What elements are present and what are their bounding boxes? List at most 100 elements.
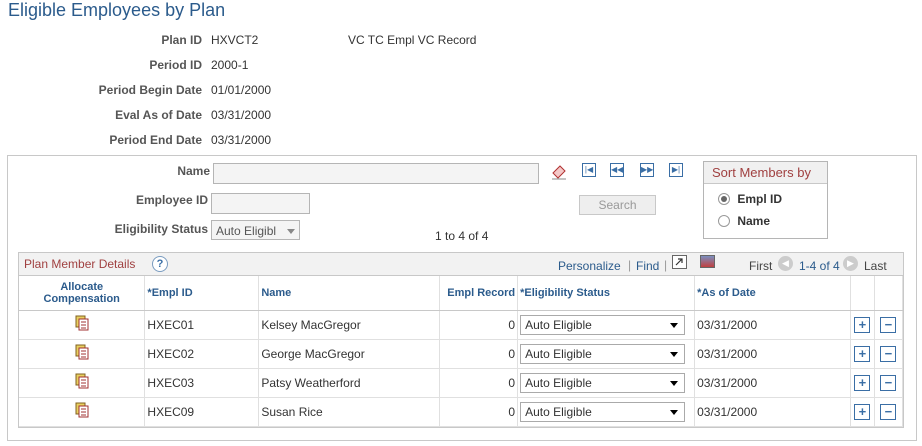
name-input[interactable] — [213, 163, 539, 184]
grid-range: 1-4 of 4 — [799, 259, 840, 273]
allocate-compensation-icon[interactable] — [74, 402, 90, 418]
chevron-down-icon — [670, 409, 679, 415]
name-cell: Susan Rice — [258, 397, 441, 427]
next-page-icon[interactable]: ▶ — [843, 256, 858, 271]
empl-id-cell: HXEC09 — [144, 397, 260, 427]
help-icon[interactable]: ? — [152, 256, 168, 272]
radio-selected-icon[interactable] — [718, 192, 730, 205]
status-value: Auto Eligible — [525, 346, 592, 361]
eligibility-status-dropdown[interactable]: Auto Eligible — [520, 372, 686, 393]
chevron-down-icon — [287, 229, 295, 234]
column-add — [850, 276, 875, 311]
table-row: HXEC01 Kelsey MacGregor 0 Auto Eligible … — [19, 310, 904, 340]
date-cell[interactable]: 03/31/2000 — [694, 339, 851, 369]
delete-cell: − — [874, 339, 904, 369]
next-record-icon[interactable]: ▶▶ — [640, 163, 654, 177]
grid-title: Plan Member Details — [24, 257, 136, 271]
delete-cell: − — [874, 397, 904, 427]
allocate-cell[interactable] — [19, 368, 146, 398]
delete-row-icon[interactable]: − — [880, 316, 897, 333]
eval-date-value: 03/31/2000 — [211, 108, 272, 122]
add-row-icon[interactable]: + — [854, 316, 871, 333]
column-empl-record[interactable]: Empl Record — [439, 276, 519, 311]
radio-unselected-icon[interactable] — [718, 214, 730, 227]
last-record-icon[interactable]: ▶| — [669, 163, 683, 177]
find-link[interactable]: Find — [636, 259, 659, 273]
employee-id-input[interactable] — [211, 193, 310, 214]
column-as-of-date[interactable]: *As of Date — [694, 276, 851, 311]
sort-option-name[interactable]: Name — [718, 213, 813, 235]
delete-row-icon[interactable]: − — [880, 345, 897, 362]
eligibility-status-dropdown[interactable]: Auto Eligible — [520, 314, 686, 335]
delete-row-icon[interactable]: − — [880, 374, 897, 391]
table-row: HXEC02 George MacGregor 0 Auto Eligible … — [19, 339, 904, 369]
last-label: Last — [864, 259, 887, 273]
allocate-compensation-icon[interactable] — [74, 344, 90, 360]
eligibility-status-value: Auto Eligibl — [216, 224, 277, 238]
clear-icon[interactable] — [550, 162, 568, 180]
period-end-value: 03/31/2000 — [211, 133, 272, 147]
name-label: Name — [177, 164, 210, 178]
date-cell[interactable]: 03/31/2000 — [694, 397, 851, 427]
period-end-label: Period End Date — [109, 133, 202, 147]
date-cell[interactable]: 03/31/2000 — [694, 310, 851, 340]
delete-cell: − — [874, 310, 904, 340]
add-row-icon[interactable]: + — [854, 374, 871, 391]
empl-record-cell: 0 — [439, 397, 519, 427]
download-icon[interactable] — [700, 255, 715, 268]
plan-id-value: HXVCT2 — [211, 33, 259, 47]
personalize-link[interactable]: Personalize — [558, 259, 621, 273]
eligibility-status-select[interactable]: Auto Eligibl — [211, 220, 300, 240]
status-cell: Auto Eligible — [517, 397, 696, 427]
add-cell: + — [850, 397, 875, 427]
sort-option-label: Name — [737, 213, 771, 228]
divider: | — [664, 258, 668, 272]
date-cell[interactable]: 03/31/2000 — [694, 368, 851, 398]
eval-date-label: Eval As of Date — [115, 108, 202, 122]
first-record-icon[interactable]: |◀ — [582, 163, 596, 177]
allocate-cell[interactable] — [19, 310, 146, 340]
add-cell: + — [850, 310, 875, 340]
empl-record-cell: 0 — [439, 310, 519, 340]
plan-id-label: Plan ID — [161, 33, 202, 47]
allocate-cell[interactable] — [19, 339, 146, 369]
column-delete — [874, 276, 904, 311]
previous-record-icon[interactable]: ◀◀ — [610, 163, 624, 177]
delete-row-icon[interactable]: − — [880, 403, 897, 420]
chevron-down-icon — [670, 322, 679, 328]
allocate-compensation-icon[interactable] — [74, 373, 90, 389]
add-row-icon[interactable]: + — [854, 345, 871, 362]
allocate-cell[interactable] — [19, 397, 146, 427]
eligibility-status-label: Eligibility Status — [114, 222, 208, 236]
sort-option-label: Empl ID — [737, 191, 783, 206]
period-id-value: 2000-1 — [211, 58, 249, 72]
column-name[interactable]: Name — [258, 276, 441, 311]
search-button[interactable]: Search — [579, 195, 656, 215]
sort-members-box: Sort Members by Empl ID Name — [703, 161, 828, 239]
delete-cell: − — [874, 368, 904, 398]
status-cell: Auto Eligible — [517, 339, 696, 369]
table-row: HXEC09 Susan Rice 0 Auto Eligible 03/31/… — [19, 397, 904, 427]
period-begin-label: Period Begin Date — [98, 83, 202, 97]
plan-member-grid: Plan Member Details ? Personalize | Find… — [18, 252, 904, 428]
add-row-icon[interactable]: + — [854, 403, 871, 420]
column-empl-id[interactable]: *Empl ID — [144, 276, 260, 311]
view-all-icon[interactable] — [672, 255, 687, 269]
status-value: Auto Eligible — [525, 375, 592, 390]
empl-id-cell: HXEC01 — [144, 310, 260, 340]
table-header-row: Allocate Compensation *Empl ID Name Empl… — [19, 276, 904, 311]
empl-id-cell: HXEC02 — [144, 339, 260, 369]
first-label: First — [749, 259, 773, 273]
period-begin-value: 01/01/2000 — [211, 83, 272, 97]
name-cell: George MacGregor — [258, 339, 441, 369]
eligibility-status-dropdown[interactable]: Auto Eligible — [520, 343, 686, 364]
sort-option-empl-id[interactable]: Empl ID — [718, 191, 813, 213]
page-title: Eligible Employees by Plan — [8, 0, 226, 20]
previous-page-icon[interactable]: ◀ — [778, 256, 793, 271]
column-eligibility-status[interactable]: *Eligibility Status — [517, 276, 696, 311]
name-cell: Patsy Weatherford — [258, 368, 441, 398]
allocate-compensation-icon[interactable] — [74, 315, 90, 331]
add-cell: + — [850, 368, 875, 398]
chevron-down-icon — [670, 380, 679, 386]
eligibility-status-dropdown[interactable]: Auto Eligible — [520, 401, 686, 422]
